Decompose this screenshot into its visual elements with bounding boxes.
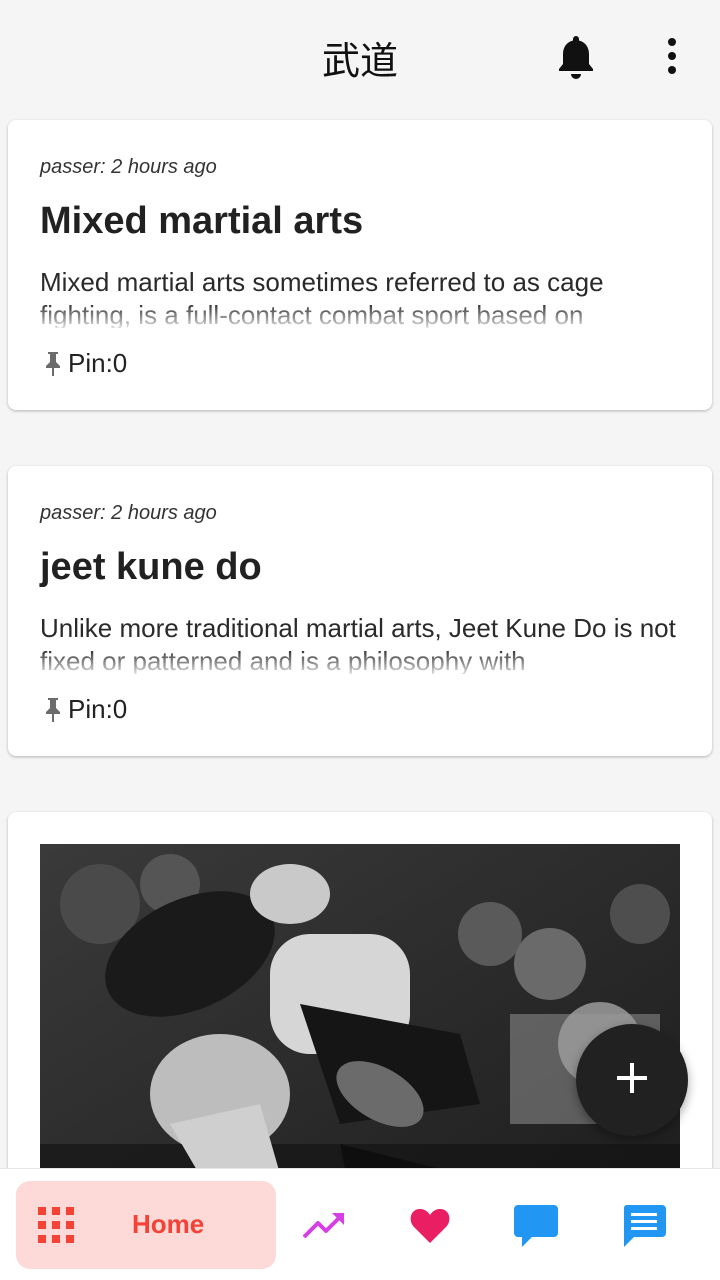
post-card[interactable]: passer: 2 hours ago Mixed martial arts M… [8,120,712,410]
add-post-button[interactable] [576,1024,688,1136]
wrestling-photo[interactable] [40,844,680,1168]
heart-icon[interactable] [406,1201,454,1249]
post-excerpt: Mixed martial arts sometimes referred to… [40,267,604,328]
post-feed[interactable]: passer: 2 hours ago Mixed martial arts M… [0,114,720,1168]
more-vertical-icon[interactable] [656,36,688,76]
post-meta: passer: 2 hours ago [40,502,217,524]
nav-home-label: Home [132,1209,205,1239]
pin-count[interactable]: Pin:0 [42,694,127,724]
pin-icon [42,696,64,722]
trending-icon[interactable] [300,1201,348,1249]
message-icon[interactable] [620,1201,668,1249]
app-bar: 武道 [0,0,720,114]
post-meta: passer: 2 hours ago [40,156,217,178]
post-excerpt: Unlike more traditional martial arts, Je… [40,613,676,674]
pin-label: Pin:0 [68,693,128,724]
pin-icon [42,350,64,376]
pin-count[interactable]: Pin:0 [42,348,127,378]
bottom-navigation: Home [0,1168,720,1280]
page-title: 武道 [321,39,398,83]
bell-icon[interactable] [556,34,596,80]
grid-icon [38,1207,74,1243]
nav-home-tab[interactable]: Home [16,1181,276,1269]
chat-bubble-icon[interactable] [512,1201,560,1249]
post-card[interactable]: passer: 2 hours ago jeet kune do Unlike … [8,466,712,756]
plus-icon [615,1061,649,1100]
post-title[interactable]: Mixed martial arts [40,200,363,243]
post-title[interactable]: jeet kune do [40,546,262,589]
pin-label: Pin:0 [68,347,128,378]
